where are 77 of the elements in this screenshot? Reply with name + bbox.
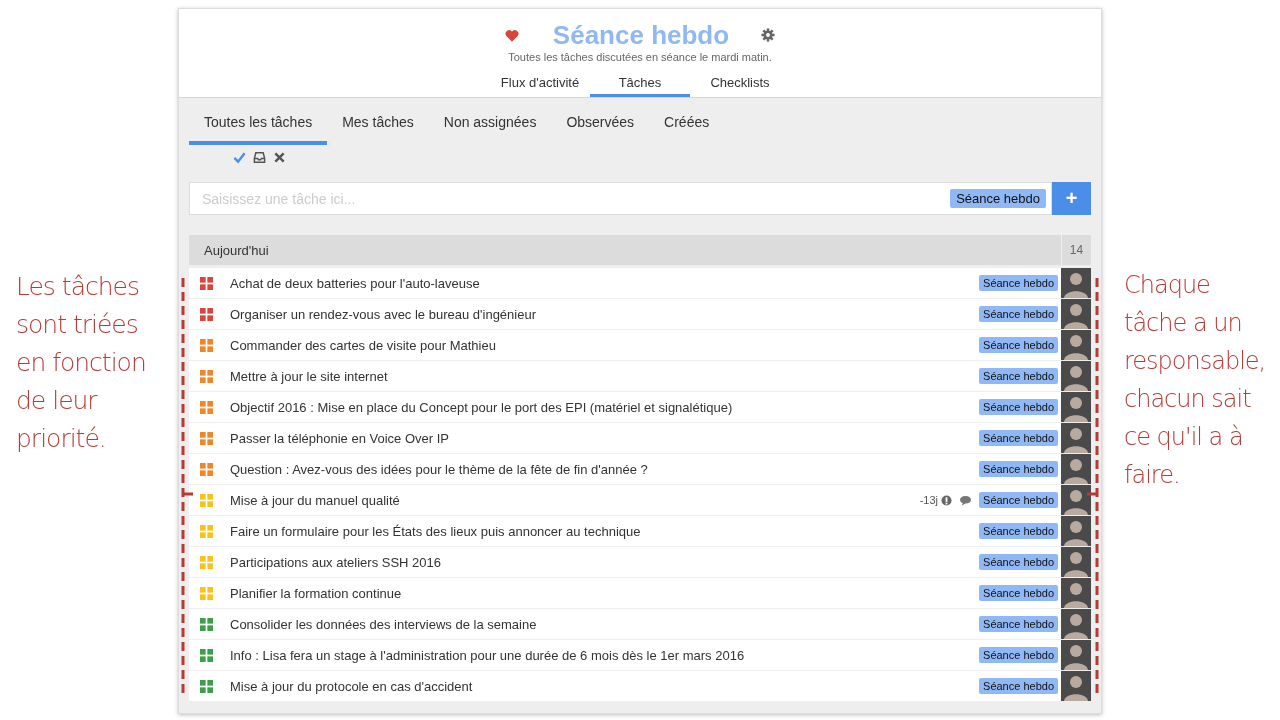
board-tag: Séance hebdo bbox=[979, 678, 1058, 694]
avatar-silhouette bbox=[1061, 423, 1091, 453]
board-tag: Séance hebdo bbox=[950, 189, 1046, 208]
task-row[interactable]: Planifier la formation continue Séance hebdo bbox=[189, 578, 1091, 609]
avatar-silhouette bbox=[1061, 392, 1091, 422]
task-row[interactable]: Question : Avez-vous des idées pour le thème de la fête de fin d'année ? Séance hebdo bbox=[189, 454, 1091, 485]
filter-tab[interactable]: Observées bbox=[551, 104, 650, 145]
avatar-silhouette bbox=[1061, 485, 1091, 515]
task-title: Question : Avez-vous des idées pour le thème de la fête de fin d'année ? bbox=[230, 461, 649, 477]
board-description: Toutes les tâches discutées en séance le mardi matin. bbox=[508, 51, 772, 63]
board-tag: Séance hebdo bbox=[979, 337, 1058, 353]
task-count: 14 bbox=[1062, 235, 1091, 265]
task-row[interactable]: Organiser un rendez-vous avec le bureau d'ingénieur Séance hebdo bbox=[189, 299, 1091, 330]
avatar-silhouette bbox=[1061, 299, 1091, 329]
task-title: Achat de deux batteries pour l'auto-laveuse bbox=[230, 275, 481, 291]
avatar-silhouette bbox=[1061, 361, 1091, 391]
avatar-silhouette bbox=[1061, 330, 1091, 360]
board-tag: Séance hebdo bbox=[979, 554, 1058, 570]
heart-icon[interactable] bbox=[504, 28, 519, 42]
avatar-silhouette bbox=[1061, 547, 1091, 577]
filter-tab[interactable]: Toutes les tâches bbox=[189, 104, 328, 145]
avatar-silhouette bbox=[1061, 268, 1091, 298]
task-row[interactable]: Mise à jour du manuel qualité -13j Séance hebdo bbox=[189, 485, 1091, 516]
avatar-silhouette bbox=[1061, 516, 1091, 546]
view-tab[interactable]: Tâches bbox=[590, 71, 690, 97]
task-title: Faire un formulaire pour les États des lieux puis annoncer au technique bbox=[230, 523, 642, 539]
task-row[interactable]: Objectif 2016 : Mise en place du Concept pour le port des EPI (matériel et signalétique) Séance hebdo bbox=[189, 392, 1091, 423]
avatar-silhouette bbox=[1061, 671, 1091, 701]
check-icon[interactable] bbox=[233, 151, 246, 164]
board-tag: Séance hebdo bbox=[979, 399, 1058, 415]
task-row[interactable]: Mettre à jour le site internet Séance hebdo bbox=[189, 361, 1091, 392]
view-tab[interactable]: Checklists bbox=[690, 71, 790, 97]
board-tag: Séance hebdo bbox=[979, 275, 1058, 291]
annotation-text: Les tâches sont triées en fonction de leur priorité. bbox=[16, 271, 146, 455]
board-tag: Séance hebdo bbox=[979, 492, 1058, 508]
filter-tab[interactable]: Créées bbox=[649, 104, 725, 145]
avatar-silhouette bbox=[1061, 454, 1091, 484]
task-row[interactable]: Info : Lisa fera un stage à l'administration pour une durée de 6 mois dès le 1er mars 2016 Séance hebdo bbox=[189, 640, 1091, 671]
task-title: Commander des cartes de visite pour Mathieu bbox=[230, 337, 497, 353]
task-title: Planifier la formation continue bbox=[230, 585, 403, 601]
filter-tab[interactable]: Mes tâches bbox=[327, 104, 429, 145]
task-title: Passer la téléphonie en Voice Over IP bbox=[230, 430, 450, 446]
due-date: -13j bbox=[919, 494, 939, 506]
board-tag: Séance hebdo bbox=[979, 368, 1058, 384]
task-title: Consolider les données des interviews de la semaine bbox=[230, 616, 538, 632]
task-row[interactable]: Participations aux ateliers SSH 2016 Séance hebdo bbox=[189, 547, 1091, 578]
avatar-silhouette bbox=[1061, 609, 1091, 639]
board-tag: Séance hebdo bbox=[979, 616, 1058, 632]
task-row[interactable]: Consolider les données des interviews de la semaine Séance hebdo bbox=[189, 609, 1091, 640]
task-title: Info : Lisa fera un stage à l'administration pour une durée de 6 mois dès le 1er mars 2016 bbox=[230, 647, 746, 663]
view-tab[interactable]: Flux d'activité bbox=[490, 71, 590, 97]
task-row[interactable]: Mise à jour du protocole en cas d'accident Séance hebdo bbox=[189, 671, 1091, 702]
close-icon[interactable] bbox=[273, 151, 286, 164]
avatar-silhouette bbox=[1061, 578, 1091, 608]
task-title: Participations aux ateliers SSH 2016 bbox=[230, 554, 442, 570]
task-row[interactable]: Faire un formulaire pour les États des lieux puis annoncer au technique Séance hebdo bbox=[189, 516, 1091, 547]
task-row[interactable]: Passer la téléphonie en Voice Over IP Séance hebdo bbox=[189, 423, 1091, 454]
task-title: Mise à jour du manuel qualité bbox=[230, 492, 401, 508]
annotation-text: Chaque tâche a un responsable, chacun sait ce qu'il a à faire. bbox=[1124, 270, 1266, 491]
board-tag: Séance hebdo bbox=[979, 647, 1058, 663]
task-title: Organiser un rendez-vous avec le bureau d'ingénieur bbox=[230, 306, 537, 322]
board-tag: Séance hebdo bbox=[979, 523, 1058, 539]
settings-icon[interactable] bbox=[761, 28, 776, 42]
task-row[interactable]: Commander des cartes de visite pour Mathieu Séance hebdo bbox=[189, 330, 1091, 361]
board-tag: Séance hebdo bbox=[979, 461, 1058, 477]
inbox-icon[interactable] bbox=[253, 151, 266, 164]
group-header[interactable]: Aujourd'hui bbox=[189, 235, 1061, 265]
filter-tab[interactable]: Non assignées bbox=[428, 104, 552, 145]
task-title: Mise à jour du protocole en cas d'accident bbox=[230, 678, 474, 694]
board-title: Séance hebdo bbox=[552, 19, 730, 51]
board-tag: Séance hebdo bbox=[979, 585, 1058, 601]
task-row[interactable]: Achat de deux batteries pour l'auto-laveuse Séance hebdo bbox=[189, 268, 1091, 299]
task-title: Mettre à jour le site internet bbox=[230, 368, 389, 384]
avatar-silhouette bbox=[1061, 640, 1091, 670]
board-tag: Séance hebdo bbox=[979, 430, 1058, 446]
board-tag: Séance hebdo bbox=[979, 306, 1058, 322]
task-title: Objectif 2016 : Mise en place du Concept pour le port des EPI (matériel et signalétique) bbox=[230, 399, 734, 415]
